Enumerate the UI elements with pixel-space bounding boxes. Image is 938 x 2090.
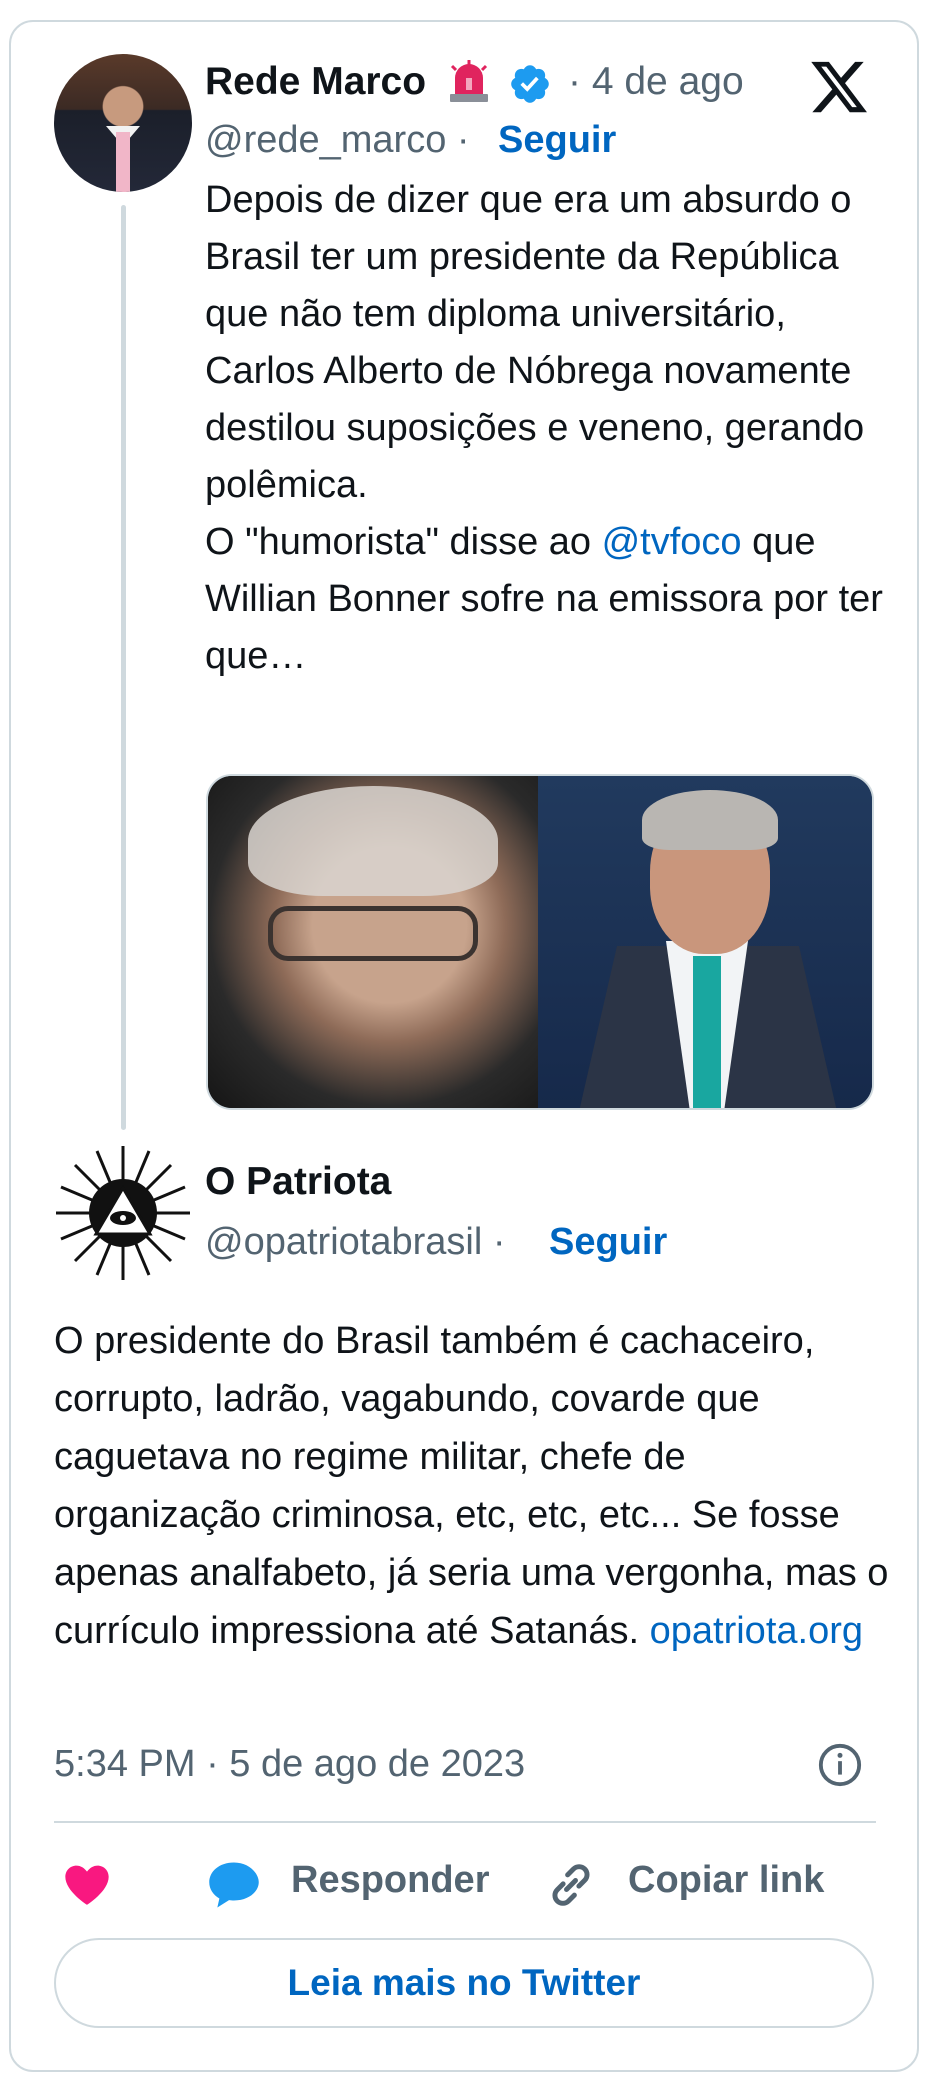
- o-patriota-avatar[interactable]: [54, 1144, 192, 1282]
- tweet-paragraph: O "humorista" disse ao @tvfoco que Willi…: [205, 514, 895, 685]
- photo-hair: [642, 790, 778, 850]
- verified-badge-icon: [511, 65, 549, 103]
- avatar-tie: [116, 132, 130, 192]
- speech-bubble-icon[interactable]: [204, 1858, 264, 1912]
- author-handle[interactable]: @rede_marco ·: [205, 116, 470, 164]
- follow-button[interactable]: Seguir: [498, 116, 616, 164]
- heart-icon[interactable]: [60, 1858, 114, 1910]
- tweet-paragraph: Depois de dizer que era um absurdo o Bra…: [205, 179, 865, 506]
- rede-marco-avatar[interactable]: [54, 54, 192, 192]
- photo-glasses: [268, 906, 478, 961]
- author-display-name[interactable]: O Patriota: [205, 1158, 391, 1206]
- siren-emoji-icon: [450, 60, 488, 102]
- tweet-image[interactable]: [206, 774, 874, 1110]
- tweet-time[interactable]: · 4 de ago: [568, 58, 744, 106]
- external-link[interactable]: opatriota.org: [650, 1610, 863, 1652]
- follow-button[interactable]: Seguir: [549, 1218, 667, 1266]
- photo-tie: [693, 956, 721, 1108]
- text-segment: O "humorista" disse ao: [205, 521, 602, 563]
- link-icon[interactable]: [544, 1858, 598, 1912]
- text-segment: O presidente do Brasil também é cachacei…: [54, 1320, 889, 1652]
- tweet-timestamp[interactable]: 5:34 PM · 5 de ago de 2023: [54, 1740, 525, 1788]
- thread-connector-line: [121, 205, 126, 1130]
- quoted-tweet-text: Depois de dizer que era um absurdo o Bra…: [205, 172, 895, 685]
- copy-link-button-label[interactable]: Copiar link: [628, 1856, 824, 1904]
- reply-button-label[interactable]: Responder: [291, 1856, 489, 1904]
- info-icon[interactable]: [817, 1742, 863, 1788]
- tweet-text: O presidente do Brasil também é cachacei…: [54, 1312, 894, 1660]
- photo-hair: [248, 786, 498, 896]
- author-display-name[interactable]: Rede Marco: [205, 58, 426, 106]
- divider: [54, 1821, 876, 1823]
- mention-link[interactable]: @tvfoco: [602, 521, 742, 563]
- author-handle[interactable]: @opatriotabrasil ·: [205, 1218, 505, 1266]
- photo-right-anchor: [538, 776, 872, 1108]
- read-more-on-twitter-button[interactable]: Leia mais no Twitter: [54, 1938, 874, 2028]
- photo-left-man: [208, 776, 538, 1108]
- x-logo-icon[interactable]: [806, 56, 872, 118]
